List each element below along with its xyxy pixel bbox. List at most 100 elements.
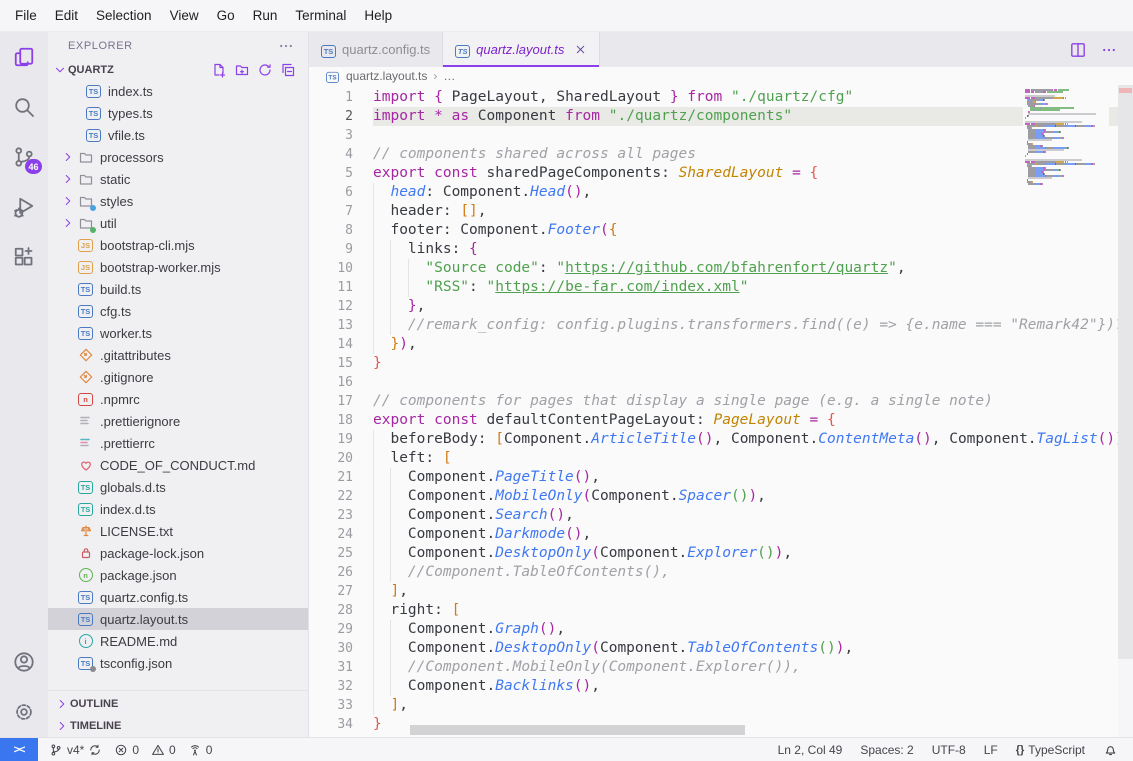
menu-item-terminal[interactable]: Terminal [286, 4, 355, 27]
code-line-16[interactable]: 16 [309, 373, 1118, 392]
code-line-4[interactable]: 4// components shared across all pages [309, 145, 1118, 164]
tree-item-util[interactable]: util [48, 212, 308, 234]
code-line-2[interactable]: 2import * as Component from "./quartz/co… [309, 107, 1118, 126]
gutter[interactable] [353, 126, 373, 145]
gutter[interactable] [353, 316, 373, 335]
menu-item-run[interactable]: Run [244, 4, 287, 27]
code-line-20[interactable]: 20 left: [ [309, 449, 1118, 468]
gutter[interactable] [353, 411, 373, 430]
tree-item-index.ts[interactable]: TSindex.ts [48, 80, 308, 102]
code-line-22[interactable]: 22 Component.MobileOnly(Component.Spacer… [309, 487, 1118, 506]
menu-item-selection[interactable]: Selection [87, 4, 161, 27]
tree-item-vfile.ts[interactable]: TSvfile.ts [48, 124, 308, 146]
gutter[interactable] [353, 107, 373, 126]
vertical-scrollbar-slider[interactable] [1118, 85, 1133, 659]
code-line-1[interactable]: 1import { PageLayout, SharedLayout } fro… [309, 88, 1118, 107]
gutter[interactable] [353, 430, 373, 449]
breadcrumb-file[interactable]: quartz.layout.ts [346, 69, 427, 83]
tree-item-bootstrap-worker.mjs[interactable]: JSbootstrap-worker.mjs [48, 256, 308, 278]
gutter[interactable] [353, 202, 373, 221]
horizontal-scrollbar[interactable] [410, 725, 745, 735]
gutter[interactable] [353, 525, 373, 544]
menu-item-file[interactable]: File [6, 4, 46, 27]
activitybar-settings[interactable] [0, 687, 48, 737]
tree-item-package.json[interactable]: npackage.json [48, 564, 308, 586]
code-line-7[interactable]: 7 header: [], [309, 202, 1118, 221]
gutter[interactable] [353, 88, 373, 107]
gutter[interactable] [353, 183, 373, 202]
tree-item-index.d.ts[interactable]: TSindex.d.ts [48, 498, 308, 520]
tree-item-tsconfig.json[interactable]: TStsconfig.json [48, 652, 308, 674]
gutter[interactable] [353, 601, 373, 620]
code-line-18[interactable]: 18export const defaultContentPageLayout:… [309, 411, 1118, 430]
code-line-33[interactable]: 33 ], [309, 696, 1118, 715]
code-line-13[interactable]: 13 //remark_config: config.plugins.trans… [309, 316, 1118, 335]
tree-item-.npmrc[interactable]: n.npmrc [48, 388, 308, 410]
status-branch[interactable]: v4* [44, 738, 107, 761]
editor-more-actions-icon[interactable] [1101, 42, 1117, 58]
breadcrumb-more[interactable]: … [443, 69, 455, 83]
code-line-5[interactable]: 5export const sharedPageComponents: Shar… [309, 164, 1118, 183]
activitybar-run-and-debug[interactable] [0, 182, 48, 232]
gutter[interactable] [353, 297, 373, 316]
gutter[interactable] [353, 164, 373, 183]
gutter[interactable] [353, 240, 373, 259]
split-editor-icon[interactable] [1069, 41, 1087, 59]
code-line-6[interactable]: 6 head: Component.Head(), [309, 183, 1118, 202]
tree-item-CODE-OF-CONDUCT.md[interactable]: CODE_OF_CONDUCT.md [48, 454, 308, 476]
code-line-15[interactable]: 15} [309, 354, 1118, 373]
minimap[interactable] [1023, 87, 1109, 187]
tree-item-static[interactable]: static [48, 168, 308, 190]
menu-item-go[interactable]: Go [208, 4, 244, 27]
code-line-12[interactable]: 12 }, [309, 297, 1118, 316]
menu-item-edit[interactable]: Edit [46, 4, 87, 27]
gutter[interactable] [353, 468, 373, 487]
code-line-29[interactable]: 29 Component.Graph(), [309, 620, 1118, 639]
tree-item-LICENSE.txt[interactable]: LICENSE.txt [48, 520, 308, 542]
tree-item-styles[interactable]: styles [48, 190, 308, 212]
tree-item-globals.d.ts[interactable]: TSglobals.d.ts [48, 476, 308, 498]
status-eol[interactable]: LF [979, 738, 1003, 761]
code-line-28[interactable]: 28 right: [ [309, 601, 1118, 620]
code-line-19[interactable]: 19 beforeBody: [Component.ArticleTitle()… [309, 430, 1118, 449]
section-header-timeline[interactable]: TIMELINE [48, 715, 308, 737]
tree-item-processors[interactable]: processors [48, 146, 308, 168]
gutter[interactable] [353, 373, 373, 392]
more-actions-icon[interactable] [278, 38, 294, 54]
status-ports[interactable]: 0 [183, 738, 218, 761]
gutter[interactable] [353, 639, 373, 658]
gutter[interactable] [353, 259, 373, 278]
gutter[interactable] [353, 221, 373, 240]
menu-item-view[interactable]: View [161, 4, 208, 27]
gutter[interactable] [353, 677, 373, 696]
tab-quartz.layout.ts[interactable]: TSquartz.layout.ts [443, 32, 600, 67]
status-cursor-position[interactable]: Ln 2, Col 49 [773, 738, 848, 761]
code-line-23[interactable]: 23 Component.Search(), [309, 506, 1118, 525]
gutter[interactable] [353, 354, 373, 373]
tree-item-quartz.config.ts[interactable]: TSquartz.config.ts [48, 586, 308, 608]
gutter[interactable] [353, 582, 373, 601]
remote-indicator[interactable]: >< [0, 738, 38, 761]
tree-item-.prettierrc[interactable]: .prettierrc [48, 432, 308, 454]
gutter[interactable] [353, 658, 373, 677]
close-icon[interactable] [574, 43, 587, 56]
gutter[interactable] [353, 449, 373, 468]
code-line-3[interactable]: 3 [309, 126, 1118, 145]
section-header-quartz[interactable]: QUARTZ [48, 60, 308, 80]
tree-item-types.ts[interactable]: TStypes.ts [48, 102, 308, 124]
tree-item-.prettierignore[interactable]: .prettierignore [48, 410, 308, 432]
gutter[interactable] [353, 563, 373, 582]
gutter[interactable] [353, 506, 373, 525]
code-line-25[interactable]: 25 Component.DesktopOnly(Component.Explo… [309, 544, 1118, 563]
code-line-31[interactable]: 31 //Component.MobileOnly(Component.Expl… [309, 658, 1118, 677]
code-line-27[interactable]: 27 ], [309, 582, 1118, 601]
status-language-mode[interactable]: {}TypeScript [1011, 738, 1090, 761]
refresh-icon[interactable] [257, 62, 273, 78]
status-errors[interactable]: 0 [109, 738, 144, 761]
tree-item-package-lock.json[interactable]: package-lock.json [48, 542, 308, 564]
tree-item-build.ts[interactable]: TSbuild.ts [48, 278, 308, 300]
activitybar-search[interactable] [0, 82, 48, 132]
gutter[interactable] [353, 335, 373, 354]
code-line-21[interactable]: 21 Component.PageTitle(), [309, 468, 1118, 487]
gutter[interactable] [353, 696, 373, 715]
